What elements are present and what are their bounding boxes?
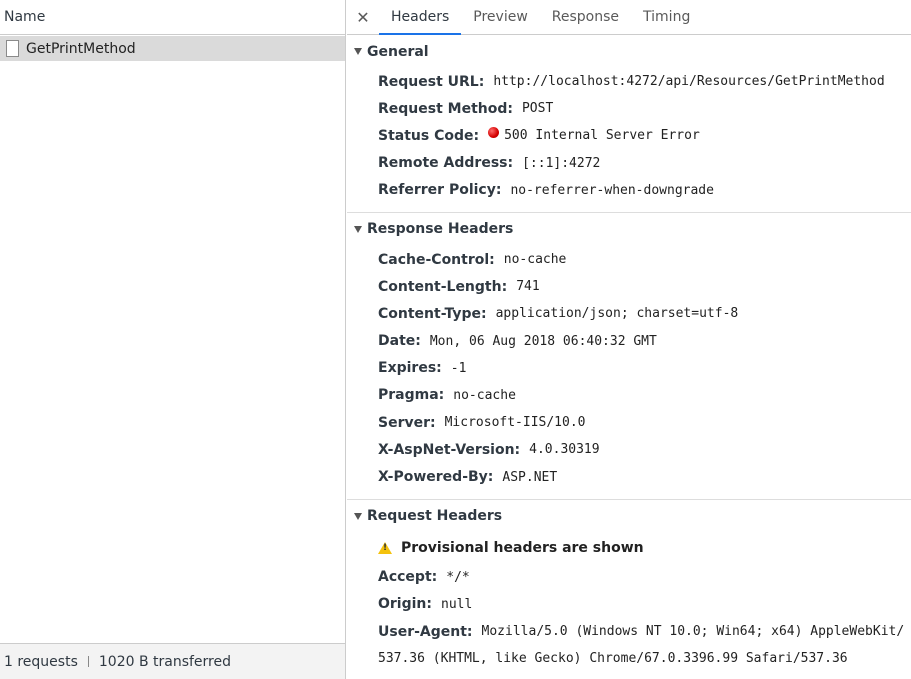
header-key: Content-Type:: [378, 305, 487, 322]
header-value: 500 Internal Server Error: [504, 128, 700, 144]
header-key: Pragma:: [378, 387, 445, 404]
error-status-icon: [488, 127, 500, 139]
header-value: Mon, 06 Aug 2018 06:40:32 GMT: [429, 333, 657, 349]
request-count: 1 requests: [4, 653, 78, 670]
header-value: ASP.NET: [502, 469, 558, 485]
header-key: X-Powered-By:: [378, 469, 494, 486]
header-row: Request Method: POST: [347, 95, 911, 122]
request-list-pane: Name GetPrintMethod 1 requests 1020 B tr…: [0, 0, 346, 679]
header-value: application/json; charset=utf-8: [495, 306, 739, 322]
transferred-size: 1020 B transferred: [98, 653, 231, 670]
status-separator: [87, 656, 89, 667]
name-column-label: Name: [4, 9, 46, 25]
header-key: Status Code:: [378, 127, 480, 144]
header-row: Expires: -1: [347, 355, 911, 382]
request-name: GetPrintMethod: [26, 40, 136, 57]
header-key: Cache-Control:: [378, 251, 495, 268]
header-value: no-referrer-when-downgrade: [510, 182, 714, 198]
header-key: Date:: [378, 333, 421, 350]
general-section-toggle[interactable]: General: [347, 35, 911, 68]
expand-triangle-icon: [354, 225, 362, 233]
general-title: General: [367, 43, 429, 60]
header-row: Origin: null: [347, 591, 911, 618]
response-headers-section: Response Headers Cache-Control: no-cache …: [347, 213, 911, 500]
header-key: Request Method:: [378, 100, 513, 117]
header-row: Content-Type: application/json; charset=u…: [347, 300, 911, 327]
header-row: Date: Mon, 06 Aug 2018 06:40:32 GMT: [347, 328, 911, 355]
details-tab-bar: ✕ Headers Preview Response Timing: [347, 0, 911, 35]
expand-triangle-icon: [354, 512, 362, 520]
header-row: Pragma: no-cache: [347, 382, 911, 409]
header-key: Request URL:: [378, 73, 485, 90]
header-row: X-AspNet-Version: 4.0.30319: [347, 436, 911, 463]
header-key: Remote Address:: [378, 155, 514, 172]
request-headers-toggle[interactable]: Request Headers: [347, 500, 911, 533]
header-value: Microsoft-IIS/10.0: [444, 415, 586, 431]
header-row: Content-Length: 741: [347, 273, 911, 300]
header-key: Referrer Policy:: [378, 182, 502, 199]
user-agent-continuation: 537.36 (KHTML, like Gecko) Chrome/67.0.3…: [378, 650, 848, 666]
header-value: 741: [516, 279, 540, 295]
header-key: X-AspNet-Version:: [378, 441, 521, 458]
general-section: General Request URL: http://localhost:42…: [347, 35, 911, 213]
header-key: User-Agent:: [378, 623, 473, 640]
header-value: no-cache: [453, 387, 516, 403]
header-row: User-Agent: Mozilla/5.0 (Windows NT 10.0;…: [347, 618, 911, 645]
header-value: POST: [521, 101, 554, 117]
status-bar: 1 requests 1020 B transferred: [0, 643, 345, 679]
header-value: no-cache: [503, 252, 567, 268]
header-key: Content-Length:: [378, 278, 508, 295]
header-row: Request URL: http://localhost:4272/api/R…: [347, 68, 911, 95]
name-column-header[interactable]: Name: [0, 0, 345, 35]
warning-text: Provisional headers are shown: [401, 540, 644, 557]
header-row: Referrer Policy: no-referrer-when-downgr…: [347, 177, 911, 204]
request-headers-section: Request Headers Provisional headers are …: [347, 500, 911, 679]
header-row: Cache-Control: no-cache: [347, 246, 911, 273]
request-details-pane: ✕ Headers Preview Response Timing Genera…: [347, 0, 911, 679]
header-value: 4.0.30319: [529, 442, 600, 458]
response-headers-toggle[interactable]: Response Headers: [347, 213, 911, 246]
header-row: X-Powered-By: ASP.NET: [347, 463, 911, 490]
header-value: Mozilla/5.0 (Windows NT 10.0; Win64; x64…: [481, 624, 905, 640]
warning-icon: [378, 542, 392, 555]
tab-preview[interactable]: Preview: [461, 0, 540, 34]
header-row: Accept: */*: [347, 564, 911, 591]
header-key: Expires:: [378, 360, 442, 377]
request-headers-title: Request Headers: [367, 508, 503, 525]
header-value: http://localhost:4272/api/Resources/GetP…: [493, 74, 885, 90]
header-value: */*: [446, 569, 470, 585]
close-icon[interactable]: ✕: [347, 0, 379, 34]
header-value: null: [441, 596, 473, 612]
header-value: [::1]:4272: [522, 155, 601, 171]
header-row: Server: Microsoft-IIS/10.0: [347, 409, 911, 436]
header-value: -1: [450, 360, 467, 376]
header-row: Remote Address: [::1]:4272: [347, 150, 911, 177]
expand-triangle-icon: [354, 48, 362, 55]
header-row: Status Code: 500 Internal Server Error: [347, 122, 911, 149]
tab-response[interactable]: Response: [540, 0, 631, 34]
tab-timing[interactable]: Timing: [631, 0, 702, 34]
header-key: Server:: [378, 414, 436, 431]
request-row-getprintmethod[interactable]: GetPrintMethod: [0, 36, 345, 61]
tab-headers[interactable]: Headers: [379, 0, 462, 35]
provisional-warning: Provisional headers are shown: [347, 533, 911, 564]
document-icon: [6, 40, 19, 57]
header-key: Origin:: [378, 596, 432, 613]
header-key: Accept:: [378, 569, 438, 586]
response-headers-title: Response Headers: [367, 221, 514, 238]
